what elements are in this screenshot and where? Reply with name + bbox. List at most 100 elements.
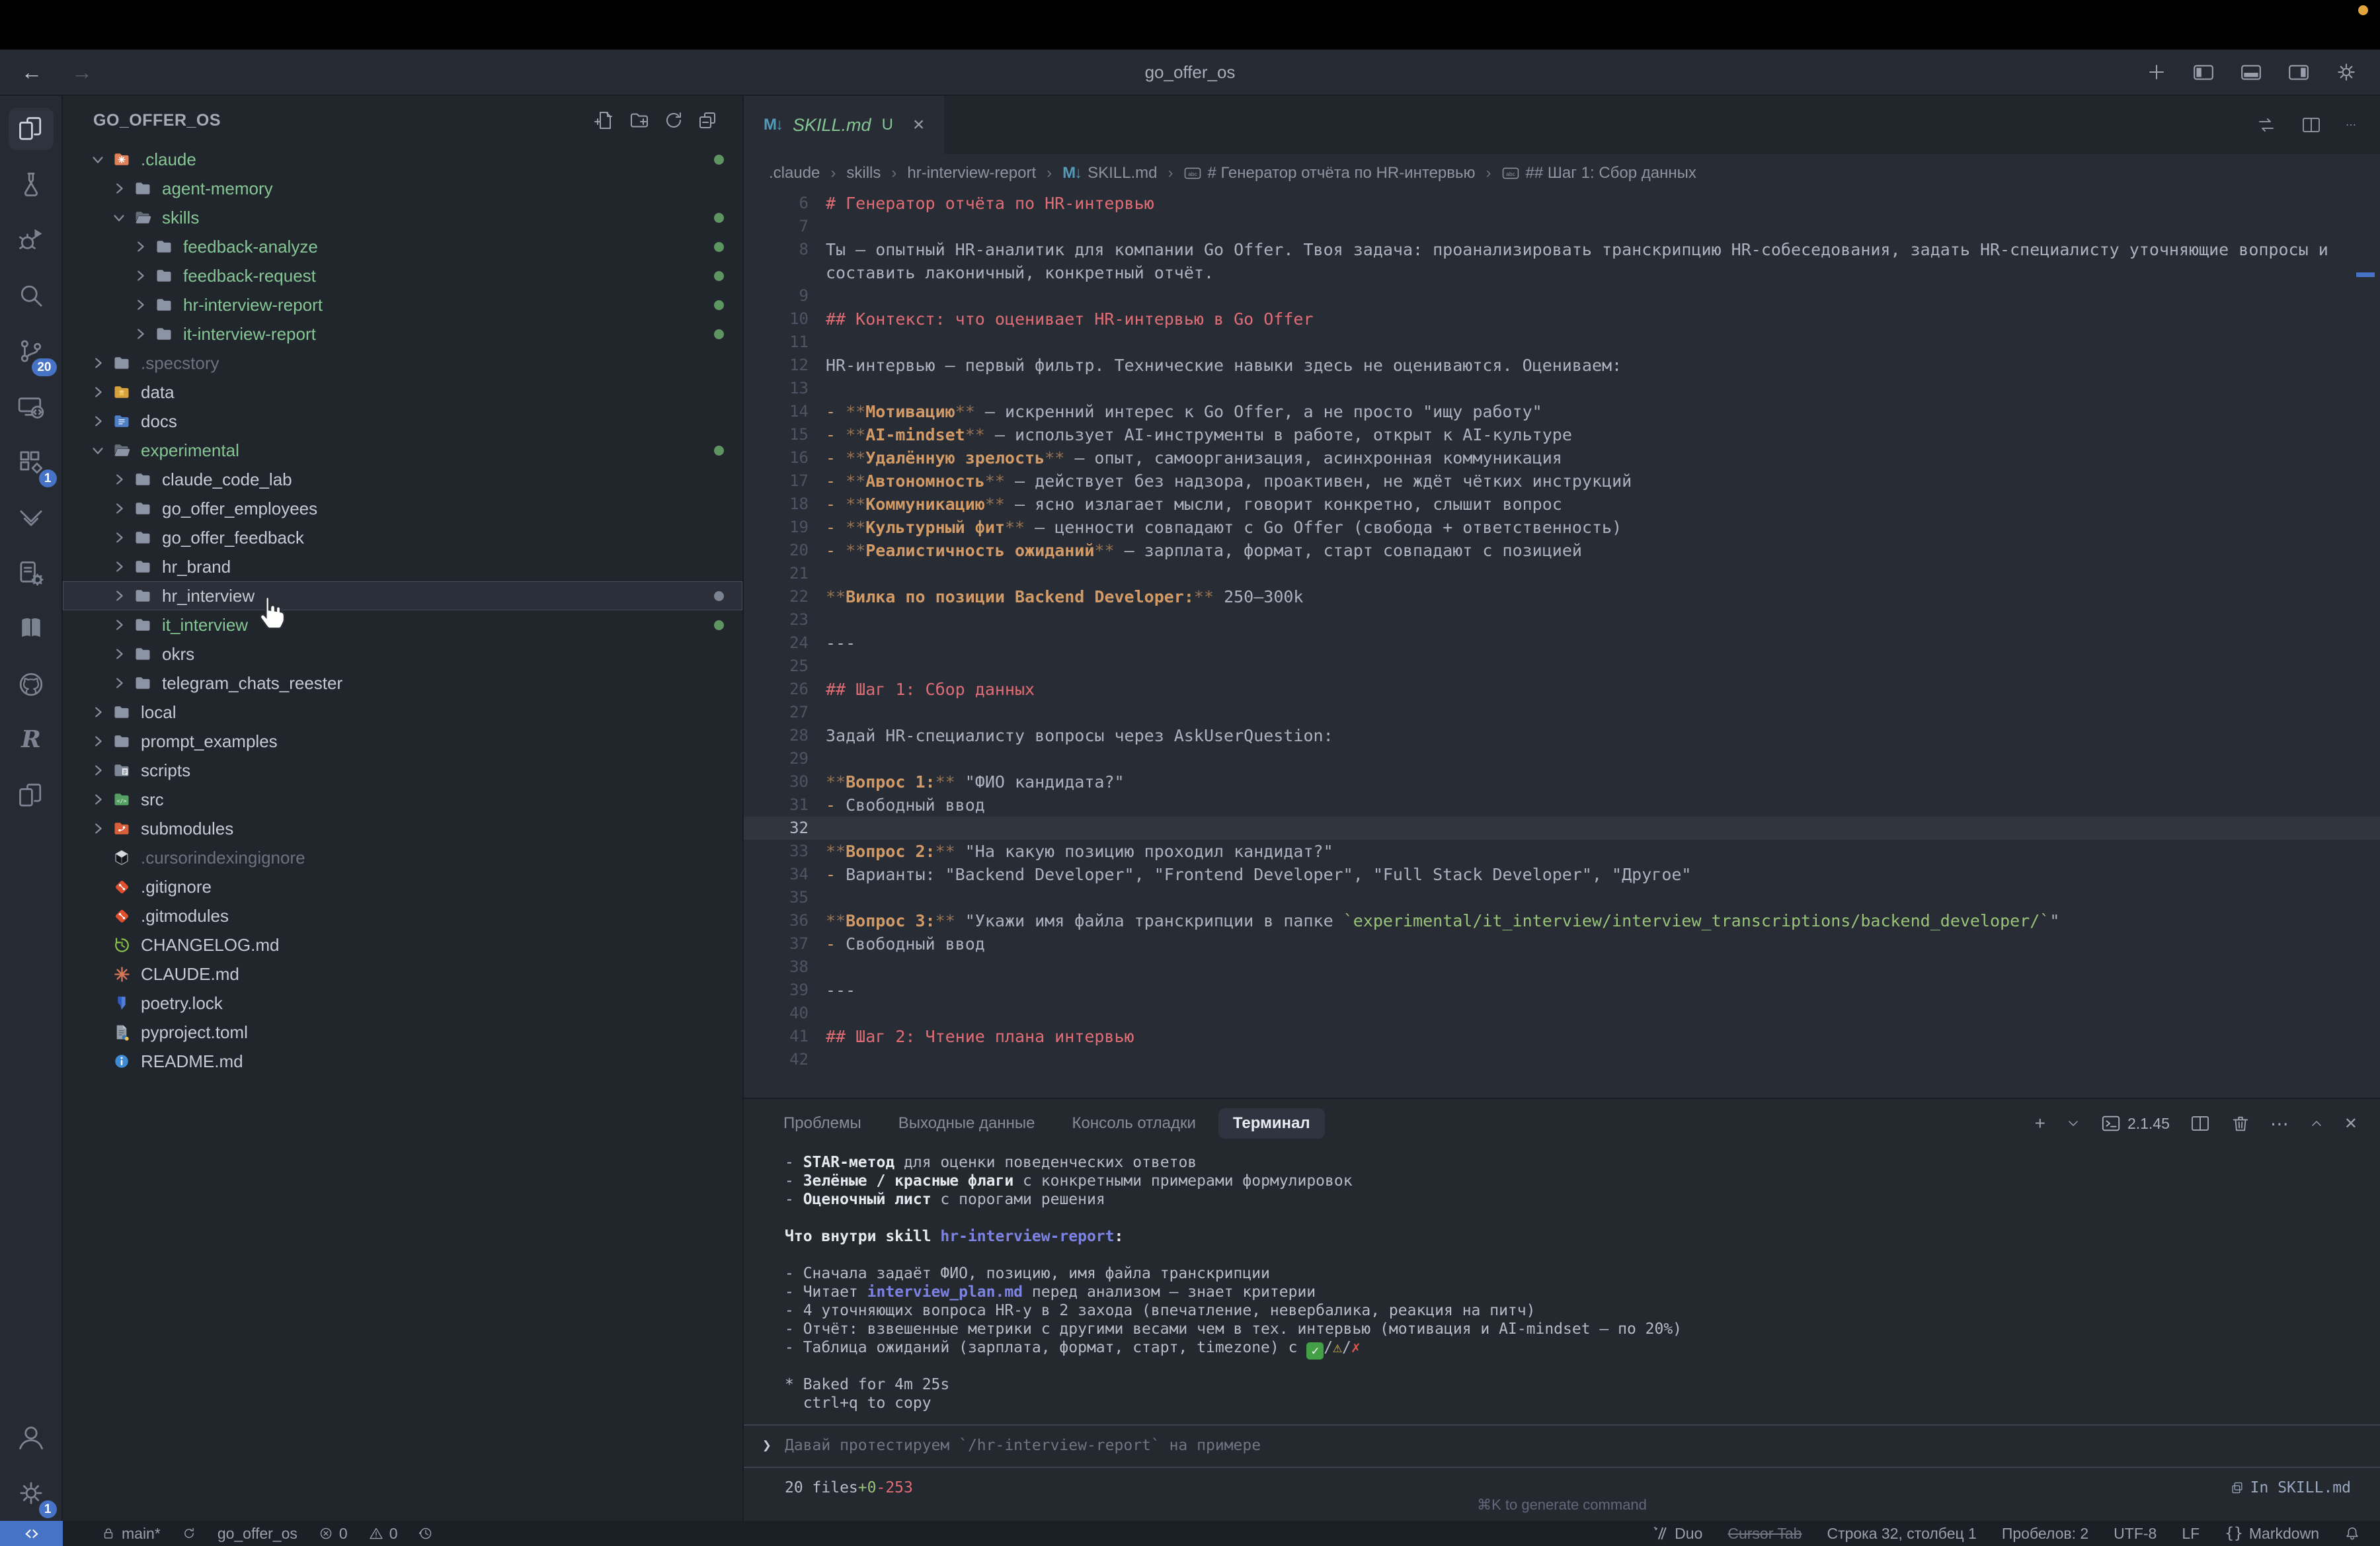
code-line-39[interactable]: 39--- xyxy=(744,979,2380,1002)
tree-item-docs[interactable]: docs xyxy=(63,407,742,436)
panel-tab-проблемы[interactable]: Проблемы xyxy=(769,1108,876,1139)
code-line-17[interactable]: 17- **Автономность** — действует без над… xyxy=(744,469,2380,493)
status-item-utf-8[interactable]: UTF-8 xyxy=(2114,1525,2157,1543)
activity-item-search[interactable] xyxy=(5,268,57,323)
tree-item-it-interview-report[interactable]: it-interview-report xyxy=(63,319,742,348)
status-item-go-offer-os[interactable]: go_offer_os xyxy=(218,1525,298,1543)
split-icon[interactable] xyxy=(2301,114,2322,136)
breadcrumb-item-шаг-1-сбор-данных[interactable]: abc## Шаг 1: Сбор данных xyxy=(1502,164,1696,183)
activity-item-gitlens[interactable] xyxy=(5,490,57,546)
layout-right-icon[interactable] xyxy=(2287,61,2310,83)
tree-item-hr-interview-report[interactable]: hr-interview-report xyxy=(63,290,742,319)
tree-item-claude-md[interactable]: CLAUDE.md xyxy=(63,959,742,989)
code-line-6[interactable]: 6# Генератор отчёта по HR-интервью xyxy=(744,192,2380,215)
code-line-37[interactable]: 37- Свободный ввод xyxy=(744,932,2380,956)
code-line-19[interactable]: 19- **Культурный фит** — ценности совпад… xyxy=(744,516,2380,539)
activity-item-beaker[interactable] xyxy=(5,157,57,212)
activity-item-docs-book[interactable] xyxy=(5,601,57,657)
code-line-31[interactable]: 31- Свободный ввод xyxy=(744,793,2380,817)
code-line-14[interactable]: 14- **Мотивацию** — искренний интерес к … xyxy=(744,400,2380,423)
code-line-9[interactable]: 9 xyxy=(744,284,2380,307)
code-line-34[interactable]: 34- Варианты: "Backend Developer", "Fron… xyxy=(744,863,2380,886)
activity-item-regex[interactable]: R xyxy=(5,712,57,768)
activity-item-remote-explorer[interactable] xyxy=(5,379,57,434)
code-line-10[interactable]: 10## Контекст: что оценивает HR-интервью… xyxy=(744,307,2380,331)
code-line-21[interactable]: 21 xyxy=(744,562,2380,585)
breadcrumb-item-skills[interactable]: skills xyxy=(846,164,881,183)
status-item-0[interactable]: 0 xyxy=(319,1525,348,1543)
chevron-down-icon[interactable] xyxy=(2065,1116,2081,1131)
activity-item-github[interactable] xyxy=(5,657,57,712)
code-line-29[interactable]: 29 xyxy=(744,747,2380,770)
tree-item-go-offer-feedback[interactable]: go_offer_feedback xyxy=(63,523,742,552)
refresh-icon[interactable] xyxy=(663,110,684,131)
code-line-42[interactable]: 42 xyxy=(744,1048,2380,1071)
tree-item-poetry-lock[interactable]: poetry.lock xyxy=(63,989,742,1018)
tree-item-telegram-chats-reester[interactable]: telegram_chats_reester xyxy=(63,669,742,698)
new-file-icon[interactable] xyxy=(594,110,615,131)
in-file-indicator[interactable]: In SKILL.md xyxy=(2231,1479,2351,1497)
tree-item-agent-memory[interactable]: agent-memory xyxy=(63,174,742,203)
status-item-строка-32-столбец-1[interactable]: Строка 32, столбец 1 xyxy=(1827,1525,1976,1543)
code-line-8[interactable]: 8Ты — опытный HR-аналитик для компании G… xyxy=(744,238,2380,261)
status-item-lf[interactable]: LF xyxy=(2182,1525,2200,1543)
activity-item-source-control[interactable]: 20 xyxy=(5,323,57,379)
tree-item-gitmodules[interactable]: .gitmodules xyxy=(63,901,742,930)
activity-item-project-files[interactable] xyxy=(5,768,57,823)
tree-item-prompt-examples[interactable]: prompt_examples xyxy=(63,727,742,756)
layout-bottom-icon[interactable] xyxy=(2240,61,2262,83)
code-line-41[interactable]: 41## Шаг 2: Чтение плана интервью xyxy=(744,1025,2380,1048)
status-item-пробелов-2[interactable]: Пробелов: 2 xyxy=(2002,1525,2088,1543)
tree-item-claude[interactable]: .claude xyxy=(63,145,742,174)
code-line-11[interactable]: 11 xyxy=(744,331,2380,354)
more-icon[interactable]: ⋯ xyxy=(2346,118,2356,132)
status-item-bell[interactable] xyxy=(2344,1526,2360,1541)
breadcrumb-item-генератор-отчёта-по-hr-интервью[interactable]: abc# Генератор отчёта по HR-интервью xyxy=(1184,164,1476,183)
tree-item-submodules[interactable]: submodules xyxy=(63,814,742,843)
tree-item-cursorindexingignore[interactable]: .cursorindexingignore xyxy=(63,843,742,872)
code-line-38[interactable]: 38 xyxy=(744,956,2380,979)
tree-item-claude-code-lab[interactable]: claude_code_lab xyxy=(63,465,742,494)
close-icon[interactable]: ✕ xyxy=(2344,1114,2358,1133)
code-line-12[interactable]: 12HR-интервью — первый фильтр. Техническ… xyxy=(744,354,2380,377)
code-line-35[interactable]: 35 xyxy=(744,886,2380,909)
code-line-30[interactable]: 30**Вопрос 1:** "ФИО кандидата?" xyxy=(744,770,2380,793)
tree-item-data[interactable]: data xyxy=(63,378,742,407)
status-item-history[interactable] xyxy=(418,1526,433,1541)
activity-item-account[interactable] xyxy=(5,1410,57,1465)
code-line-23[interactable]: 23 xyxy=(744,608,2380,631)
more-icon[interactable]: ⋯ xyxy=(2270,1113,2289,1135)
tree-item-gitignore[interactable]: .gitignore xyxy=(63,872,742,901)
code-line-36[interactable]: 36**Вопрос 3:** "Укажи имя файла транскр… xyxy=(744,909,2380,932)
tab-skill-md[interactable]: M↓ SKILL.md U × xyxy=(744,96,944,154)
status-item-cursor-tab[interactable]: Cursor Tab xyxy=(1727,1525,1802,1543)
split-icon[interactable] xyxy=(2190,1113,2211,1134)
code-line-33[interactable]: 33**Вопрос 2:** "На какую позицию проход… xyxy=(744,840,2380,863)
tree-item-go-offer-employees[interactable]: go_offer_employees xyxy=(63,494,742,523)
status-item-sync[interactable] xyxy=(182,1526,196,1541)
tree-item-experimental[interactable]: experimental xyxy=(63,436,742,465)
new-tab-icon[interactable] xyxy=(2146,61,2167,83)
new-folder-icon[interactable] xyxy=(629,110,650,131)
panel-tab-терминал[interactable]: Терминал xyxy=(1218,1108,1325,1139)
code-line-15[interactable]: 15- **AI-mindset** — использует AI-инстр… xyxy=(744,423,2380,446)
tree-item-feedback-request[interactable]: feedback-request xyxy=(63,261,742,290)
tree-item-it-interview[interactable]: it_interview xyxy=(63,610,742,639)
code-line-13[interactable]: 13 xyxy=(744,377,2380,400)
code-line-22[interactable]: 22**Вилка по позиции Backend Developer:*… xyxy=(744,585,2380,608)
status-item-0[interactable]: 0 xyxy=(369,1525,398,1543)
tree-item-specstory[interactable]: .specstory xyxy=(63,348,742,378)
activity-item-extensions[interactable]: 1 xyxy=(5,434,57,490)
status-item-duo[interactable]: Duo xyxy=(1653,1525,1702,1543)
compare-icon[interactable] xyxy=(2256,114,2277,136)
tree-item-okrs[interactable]: okrs xyxy=(63,639,742,669)
code-editor[interactable]: 6# Генератор отчёта по HR-интервью78Ты —… xyxy=(744,192,2380,1098)
tree-item-scripts[interactable]: scripts xyxy=(63,756,742,785)
breadcrumb-item-skill-md[interactable]: M↓SKILL.md xyxy=(1062,164,1157,183)
terminal-prompt[interactable]: ❯Давай протестируем `/hr-interview-repor… xyxy=(785,1436,2380,1455)
chevron-up-icon[interactable] xyxy=(2309,1116,2324,1131)
panel-tab-выходные-данные[interactable]: Выходные данные xyxy=(884,1108,1050,1139)
activity-item-snippets[interactable] xyxy=(5,546,57,601)
plus-icon[interactable]: + xyxy=(2035,1113,2045,1134)
remote-indicator[interactable] xyxy=(0,1521,63,1546)
